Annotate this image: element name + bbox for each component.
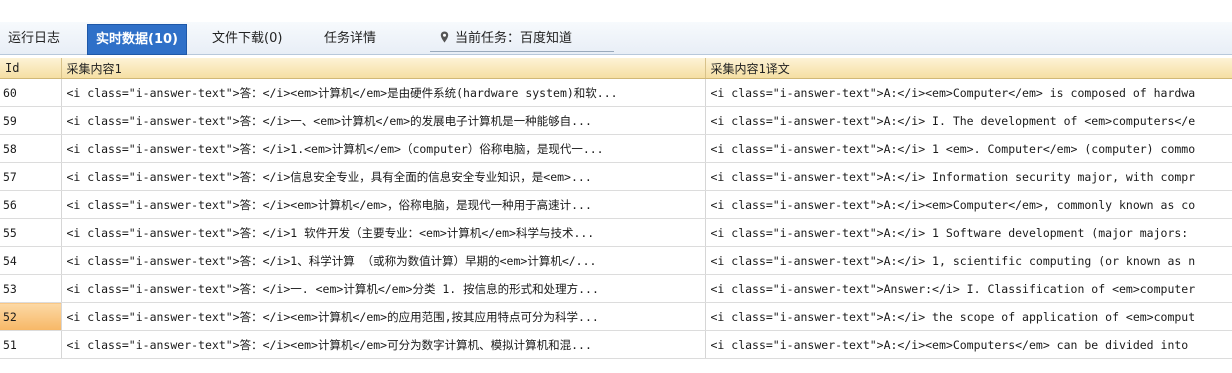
row-id-cell[interactable]: 54: [0, 246, 62, 275]
translation-cell[interactable]: <i class="i-answer-text">A:</i> I. The d…: [705, 106, 1232, 135]
translation-text: <i class="i-answer-text">A:</i> Informat…: [710, 169, 1196, 184]
table-row[interactable]: 57 <i class="i-answer-text">答：</i>信息安全专业…: [0, 162, 1232, 191]
content-cell[interactable]: <i class="i-answer-text">答：</i><em>计算机</…: [61, 330, 706, 359]
translation-text: <i class="i-answer-text">A:</i> 1 Softwa…: [710, 225, 1189, 240]
table-row[interactable]: 54 <i class="i-answer-text">答：</i>1、科学计算…: [0, 246, 1232, 275]
translation-text: <i class="i-answer-text">A:</i> I. The d…: [710, 113, 1196, 128]
row-id-cell[interactable]: 52: [0, 302, 62, 331]
location-pin-icon: [440, 31, 449, 43]
translation-cell[interactable]: <i class="i-answer-text">A:</i> 1, scien…: [705, 246, 1232, 275]
table-row[interactable]: 58 <i class="i-answer-text">答：</i>1.<em>…: [0, 134, 1232, 163]
content-cell[interactable]: <i class="i-answer-text">答：</i>一、<em>计算机…: [61, 106, 706, 135]
content-text: <i class="i-answer-text">答：</i>1.<em>计算机…: [66, 141, 604, 156]
content-cell[interactable]: <i class="i-answer-text">答：</i>一. <em>计算…: [61, 274, 706, 303]
tab-run-log[interactable]: 运行日志: [8, 24, 60, 54]
content-cell[interactable]: <i class="i-answer-text">答：</i>1.<em>计算机…: [61, 134, 706, 163]
current-task-indicator: 当前任务：百度知道: [430, 26, 614, 52]
table-row-selected[interactable]: 52 <i class="i-answer-text">答：</i><em>计算…: [0, 302, 1232, 331]
column-header-content[interactable]: 采集内容1: [61, 58, 706, 79]
content-cell[interactable]: <i class="i-answer-text">答：</i><em>计算机</…: [61, 78, 706, 107]
translation-text: <i class="i-answer-text">A:</i><em>Compu…: [710, 197, 1196, 212]
row-id-cell[interactable]: 58: [0, 134, 62, 163]
table-row[interactable]: 53 <i class="i-answer-text">答：</i>一. <em…: [0, 274, 1232, 303]
translation-cell[interactable]: <i class="i-answer-text">A:</i> the scop…: [705, 302, 1232, 331]
current-task-label: 当前任务：百度知道: [455, 31, 573, 46]
translation-text: <i class="i-answer-text">A:</i> 1, scien…: [710, 253, 1196, 268]
translation-cell[interactable]: <i class="i-answer-text">A:</i><em>Compu…: [705, 190, 1232, 219]
translation-cell[interactable]: <i class="i-answer-text">Answer:</i> I. …: [705, 274, 1232, 303]
content-text: <i class="i-answer-text">答：</i><em>计算机</…: [66, 85, 618, 100]
translation-text: <i class="i-answer-text">A:</i><em>Compu…: [710, 337, 1189, 352]
translation-text: <i class="i-answer-text">A:</i> the scop…: [710, 309, 1196, 324]
column-header-id[interactable]: Id: [0, 58, 62, 79]
table-header-row: Id 采集内容1 采集内容1译文: [0, 58, 1232, 79]
content-text: <i class="i-answer-text">答：</i>一、<em>计算机…: [66, 113, 592, 128]
tab-realtime-data[interactable]: 实时数据(10): [87, 24, 187, 55]
translation-cell[interactable]: <i class="i-answer-text">A:</i><em>Compu…: [705, 330, 1232, 359]
content-text: <i class="i-answer-text">答：</i>信息安全专业，具有…: [66, 169, 592, 184]
content-cell[interactable]: <i class="i-answer-text">答：</i><em>计算机</…: [61, 190, 706, 219]
content-text: <i class="i-answer-text">答：</i><em>计算机</…: [66, 197, 592, 212]
content-cell[interactable]: <i class="i-answer-text">答：</i>1 软件开发（主要…: [61, 218, 706, 247]
table-row[interactable]: 55 <i class="i-answer-text">答：</i>1 软件开发…: [0, 218, 1232, 247]
row-id-cell[interactable]: 51: [0, 330, 62, 359]
translation-cell[interactable]: <i class="i-answer-text">A:</i><em>Compu…: [705, 78, 1232, 107]
column-header-translation[interactable]: 采集内容1译文: [705, 58, 1232, 79]
content-cell[interactable]: <i class="i-answer-text">答：</i><em>计算机</…: [61, 302, 706, 331]
top-strip: [0, 0, 1232, 22]
row-id-cell[interactable]: 57: [0, 162, 62, 191]
translation-text: <i class="i-answer-text">A:</i> 1 <em>. …: [710, 141, 1196, 156]
translation-cell[interactable]: <i class="i-answer-text">A:</i> 1 Softwa…: [705, 218, 1232, 247]
row-id-cell[interactable]: 55: [0, 218, 62, 247]
translation-text: <i class="i-answer-text">A:</i><em>Compu…: [710, 85, 1196, 100]
content-text: <i class="i-answer-text">答：</i><em>计算机</…: [66, 337, 592, 352]
content-cell[interactable]: <i class="i-answer-text">答：</i>信息安全专业，具有…: [61, 162, 706, 191]
tab-bar: 运行日志 实时数据(10) 文件下载(0) 任务详情 当前任务：百度知道: [0, 22, 1232, 55]
table-row[interactable]: 51 <i class="i-answer-text">答：</i><em>计算…: [0, 330, 1232, 359]
row-id-cell[interactable]: 56: [0, 190, 62, 219]
row-id-cell[interactable]: 59: [0, 106, 62, 135]
content-text: <i class="i-answer-text">答：</i>1、科学计算 （或…: [66, 253, 597, 268]
row-id-cell[interactable]: 53: [0, 274, 62, 303]
translation-text: <i class="i-answer-text">Answer:</i> I. …: [710, 281, 1196, 296]
data-table: Id 采集内容1 采集内容1译文 60 <i class="i-answer-t…: [0, 58, 1232, 359]
content-text: <i class="i-answer-text">答：</i>1 软件开发（主要…: [66, 225, 595, 240]
tab-file-download[interactable]: 文件下载(0): [212, 24, 282, 54]
translation-cell[interactable]: <i class="i-answer-text">A:</i> Informat…: [705, 162, 1232, 191]
table-row[interactable]: 56 <i class="i-answer-text">答：</i><em>计算…: [0, 190, 1232, 219]
content-text: <i class="i-answer-text">答：</i><em>计算机</…: [66, 309, 599, 324]
tab-task-details[interactable]: 任务详情: [324, 24, 376, 54]
row-id-cell[interactable]: 60: [0, 78, 62, 107]
content-text: <i class="i-answer-text">答：</i>一. <em>计算…: [66, 281, 599, 296]
table-row[interactable]: 59 <i class="i-answer-text">答：</i>一、<em>…: [0, 106, 1232, 135]
content-cell[interactable]: <i class="i-answer-text">答：</i>1、科学计算 （或…: [61, 246, 706, 275]
table-row[interactable]: 60 <i class="i-answer-text">答：</i><em>计算…: [0, 78, 1232, 107]
translation-cell[interactable]: <i class="i-answer-text">A:</i> 1 <em>. …: [705, 134, 1232, 163]
